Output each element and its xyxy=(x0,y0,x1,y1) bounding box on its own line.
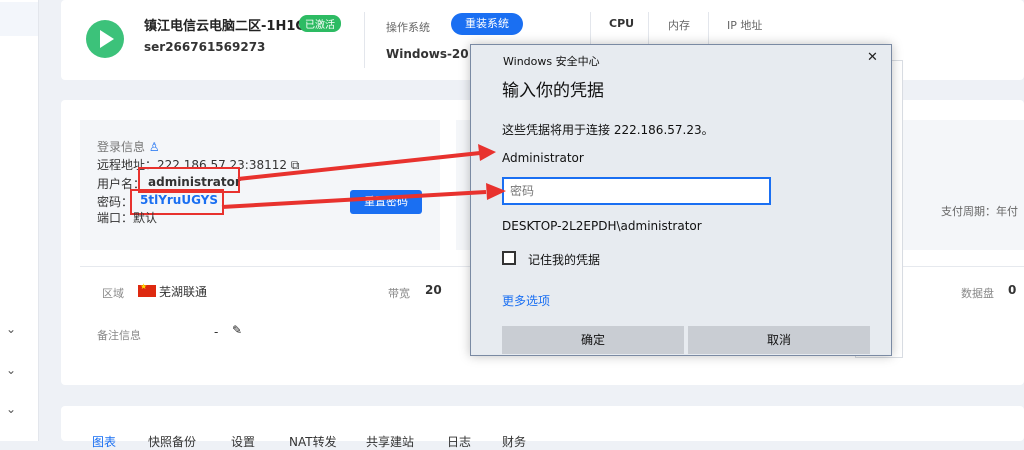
annotation-arrow xyxy=(237,151,481,181)
arrowhead-icon xyxy=(486,183,506,200)
annotation-arrow xyxy=(221,190,487,209)
annotation-arrows xyxy=(221,144,506,209)
arrowhead-icon xyxy=(478,144,496,161)
